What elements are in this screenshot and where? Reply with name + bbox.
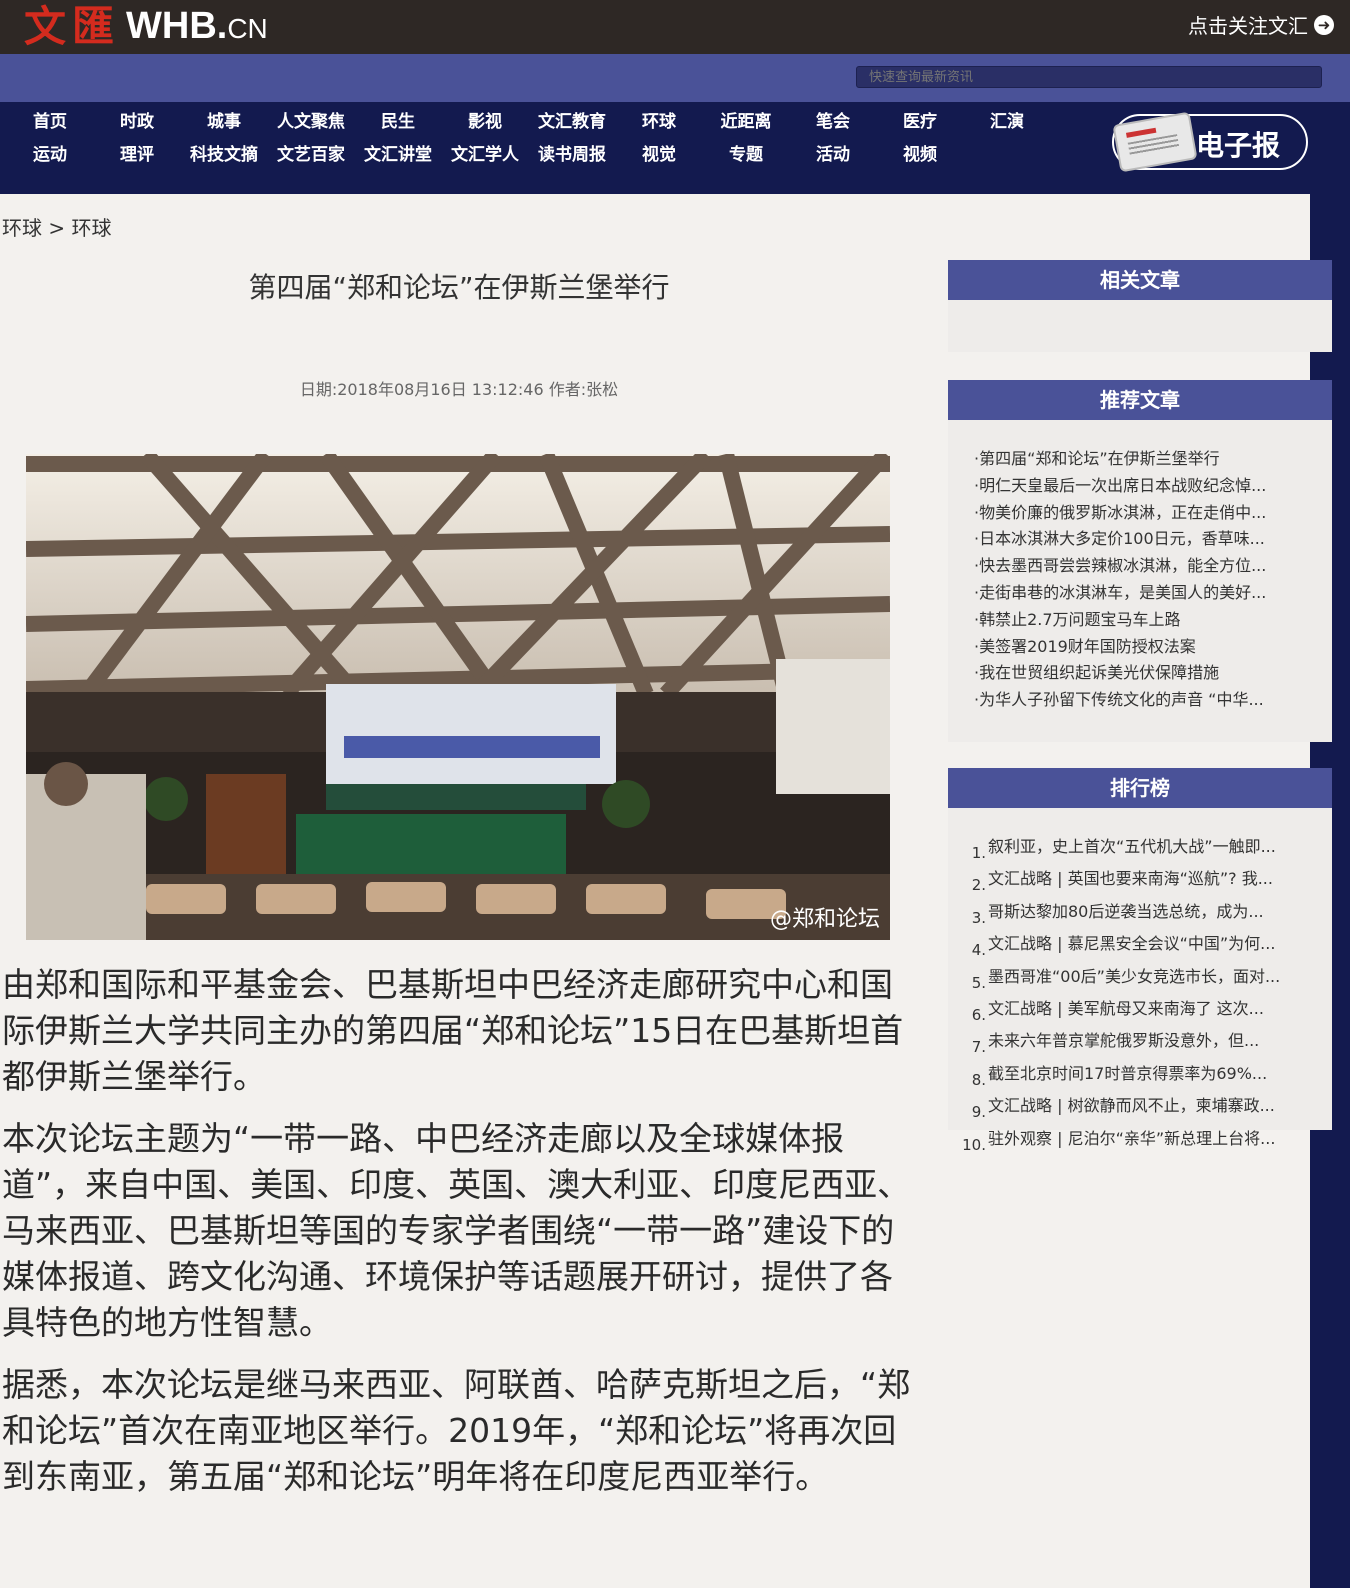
arrow-right-circle-icon: ➜ — [1314, 14, 1334, 35]
search-input[interactable] — [856, 66, 1322, 88]
nav-item[interactable]: 汇演 — [962, 112, 1052, 132]
follow-label: 点击关注文汇 — [1188, 14, 1308, 38]
logo-english: WHB.CN — [126, 4, 268, 47]
breadcrumb[interactable]: 环球 > 环球 — [2, 212, 111, 241]
epaper-label: 电子报 — [1196, 129, 1281, 162]
ranking-item[interactable]: 1. 叙利亚，史上首次“五代机大战”一触即... — [948, 834, 1332, 866]
ranking-item[interactable]: 5. 墨西哥准“00后”美少女竞选市长，面对... — [948, 964, 1332, 996]
recommended-item[interactable]: ·韩禁止2.7万问题宝马车上路 — [948, 607, 1332, 634]
nav-item[interactable]: 时政 — [92, 112, 182, 132]
ranking-item-text: 文汇战略 | 美军航母又来南海了 这次... — [988, 999, 1264, 1019]
rank-number: 5. — [971, 973, 986, 992]
related-articles-title: 相关文章 — [948, 260, 1332, 300]
nav-item[interactable]: 首页 — [5, 112, 95, 132]
ranking-item[interactable]: 9. 文汇战略 | 树欲静而风不止，柬埔寨政... — [948, 1093, 1332, 1125]
recommended-item[interactable]: ·我在世贸组织起诉美光伏保障措施 — [948, 660, 1332, 687]
top-bar: 文匯 WHB.CN 点击关注文汇 ➜ — [0, 0, 1350, 54]
rank-number: 3. — [971, 908, 986, 927]
nav-item[interactable]: 视觉 — [614, 145, 704, 165]
nav-item[interactable]: 医疗 — [875, 112, 965, 132]
ranking-item-text: 截至北京时间17时普京得票率为69%... — [988, 1063, 1268, 1083]
ranking-item-text: 文汇战略 | 慕尼黑安全会议“中国”为何... — [988, 934, 1276, 954]
nav-item[interactable]: 文汇讲堂 — [353, 145, 443, 165]
article-meta: 日期:2018年08月16日 13:12:46 作者:张松 — [299, 380, 619, 399]
rank-number: 9. — [971, 1103, 986, 1122]
nav-item[interactable]: 近距离 — [701, 112, 791, 132]
nav-item[interactable]: 民生 — [353, 112, 443, 132]
nav-item[interactable]: 笔会 — [788, 112, 878, 132]
ranking-item-text: 叙利亚，史上首次“五代机大战”一触即... — [988, 837, 1276, 856]
recommended-item[interactable]: ·美签署2019财年国防授权法案 — [948, 634, 1332, 661]
ranking-item[interactable]: 10. 驻外观察 | 尼泊尔“亲华”新总理上台将... — [948, 1126, 1332, 1158]
nav-item[interactable]: 环球 — [614, 112, 704, 132]
nav-item[interactable]: 文艺百家 — [266, 145, 356, 165]
rank-number: 1. — [971, 844, 986, 862]
ranking-item[interactable]: 7. 未来六年普京掌舵俄罗斯没意外，但... — [948, 1028, 1332, 1060]
rank-number: 2. — [971, 876, 986, 895]
recommended-list: ·第四届“郑和论坛”在伊斯兰堡举行 ·明仁天皇最后一次出席日本战败纪念悼... … — [948, 420, 1332, 714]
recommended-item[interactable]: ·走街串巷的冰淇淋车，是美国人的美好... — [948, 580, 1332, 607]
ranking-item-text: 文汇战略 | 树欲静而风不止，柬埔寨政... — [988, 1096, 1275, 1116]
ranking-item-text: 未来六年普京掌舵俄罗斯没意外，但... — [988, 1031, 1260, 1051]
article-body: 由郑和国际和平基金会、巴基斯坦中巴经济走廊研究中心和国际伊斯兰大学共同主办的第四… — [2, 962, 918, 1516]
recommended-articles-box: 推荐文章 ·第四届“郑和论坛”在伊斯兰堡举行 ·明仁天皇最后一次出席日本战败纪念… — [948, 380, 1332, 742]
newspaper-icon — [1112, 111, 1198, 173]
related-articles-box: 相关文章 — [948, 260, 1332, 352]
ranking-item-text: 文汇战略 | 英国也要来南海“巡航”? 我... — [988, 869, 1273, 889]
epaper-button[interactable]: 电子报 — [1112, 111, 1308, 173]
ranking-item[interactable]: 6. 文汇战略 | 美军航母又来南海了 这次... — [948, 996, 1332, 1028]
ranking-item[interactable]: 4. 文汇战略 | 慕尼黑安全会议“中国”为何... — [948, 931, 1332, 963]
nav-item[interactable]: 城事 — [179, 112, 269, 132]
article-paragraph: 本次论坛主题为“一带一路、中巴经济走廊以及全球媒体报道”，来自中国、美国、印度、… — [2, 1119, 911, 1342]
ranking-item[interactable]: 2. 文汇战略 | 英国也要来南海“巡航”? 我... — [948, 866, 1332, 898]
article-photo: @郑和论坛 — [26, 454, 890, 940]
recommended-item[interactable]: ·物美价廉的俄罗斯冰淇淋，正在走俏中... — [948, 500, 1332, 527]
ranking-item[interactable]: 3. 哥斯达黎加80后逆袭当选总统，成为... — [948, 899, 1332, 931]
article-paragraph: 由郑和国际和平基金会、巴基斯坦中巴经济走廊研究中心和国际伊斯兰大学共同主办的第四… — [2, 965, 904, 1096]
nav-item[interactable]: 人文聚焦 — [266, 112, 356, 132]
recommended-item[interactable]: ·明仁天皇最后一次出席日本战败纪念悼... — [948, 473, 1332, 500]
recommended-articles-title: 推荐文章 — [948, 380, 1332, 420]
ranking-title: 排行榜 — [948, 768, 1332, 808]
ranking-item-text: 墨西哥准“00后”美少女竞选市长，面对... — [988, 966, 1281, 986]
photo-watermark: @郑和论坛 — [770, 907, 880, 932]
nav-item[interactable]: 读书周报 — [527, 145, 617, 165]
nav-item[interactable]: 专题 — [701, 145, 791, 165]
rank-number: 10. — [962, 1135, 986, 1154]
nav-item[interactable]: 视频 — [875, 145, 965, 165]
site-logo[interactable]: 文匯 WHB.CN — [24, 2, 268, 52]
nav-item[interactable]: 文汇学人 — [440, 145, 530, 165]
ranking-item-text: 驻外观察 | 尼泊尔“亲华”新总理上台将... — [988, 1128, 1276, 1148]
rank-number: 8. — [971, 1070, 986, 1089]
rank-number: 6. — [971, 1006, 986, 1025]
recommended-item[interactable]: ·日本冰淇淋大多定价100日元，香草味... — [948, 526, 1332, 553]
recommended-item[interactable]: ·快去墨西哥尝尝辣椒冰淇淋，能全方位... — [948, 553, 1332, 580]
nav-item[interactable]: 影视 — [440, 112, 530, 132]
nav-item[interactable]: 活动 — [788, 145, 878, 165]
nav-item[interactable]: 理评 — [92, 145, 182, 165]
logo-chinese: 文匯 — [24, 2, 121, 51]
article-title: 第四届“郑和论坛”在伊斯兰堡举行 — [248, 271, 670, 304]
ranking-item-text: 哥斯达黎加80后逆袭当选总统，成为... — [988, 901, 1264, 921]
follow-button[interactable]: 点击关注文汇 ➜ — [1188, 10, 1334, 39]
article-paragraph: 据悉，本次论坛是继马来西亚、阿联酋、哈萨克斯坦之后，“郑和论坛”首次在南亚地区举… — [2, 1365, 911, 1496]
nav-item[interactable]: 文汇教育 — [527, 112, 617, 132]
ranking-list: 1. 叙利亚，史上首次“五代机大战”一触即... 2. 文汇战略 | 英国也要来南海… — [948, 808, 1332, 1158]
recommended-item[interactable]: ·第四届“郑和论坛”在伊斯兰堡举行 — [948, 446, 1332, 473]
rank-number: 7. — [971, 1038, 986, 1057]
recommended-item[interactable]: ·为华人子孙留下传统文化的声音 “中华... — [948, 687, 1332, 714]
nav-item[interactable]: 科技文摘 — [179, 145, 269, 165]
nav-item[interactable]: 运动 — [5, 145, 95, 165]
ranking-item[interactable]: 8. 截至北京时间17时普京得票率为69%... — [948, 1061, 1332, 1093]
rank-number: 4. — [971, 941, 986, 960]
ranking-box: 排行榜 1. 叙利亚，史上首次“五代机大战”一触即... 2. 文汇战略 | 英国也… — [948, 768, 1332, 1154]
